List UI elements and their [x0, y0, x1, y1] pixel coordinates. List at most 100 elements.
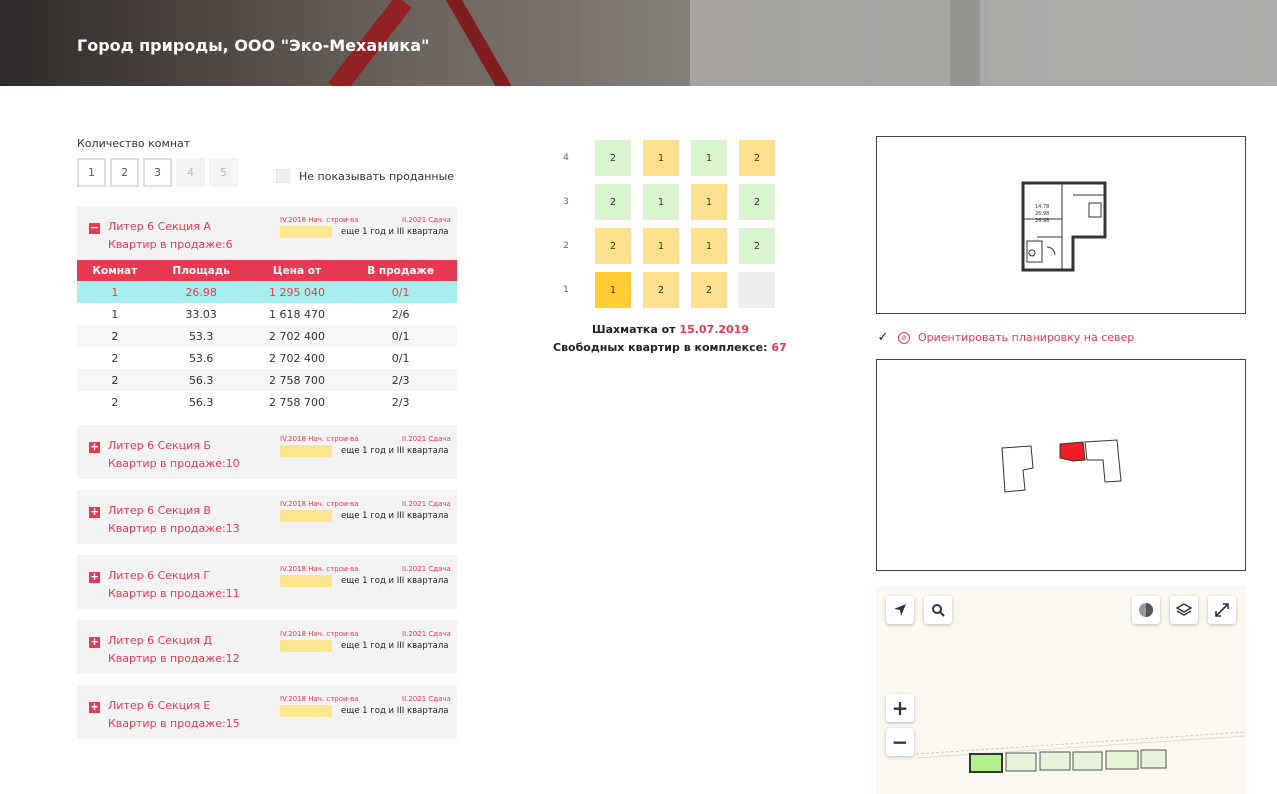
expand-icon[interactable]: +	[89, 571, 100, 583]
chess-cell	[739, 272, 775, 308]
floor-number: 4	[563, 153, 569, 163]
cell-price: 2 702 400	[249, 347, 345, 369]
construction-end: II.2021 Сдача	[402, 565, 451, 573]
cell-rooms: 2	[77, 325, 153, 347]
cell-price: 2 702 400	[249, 325, 345, 347]
construction-start: IV.2018 Нач. строи-ва	[280, 695, 359, 703]
cell-sale: 2/6	[344, 303, 457, 325]
section-header[interactable]: − Литер 6 Секция А Квартир в продаже:6 IV.2…	[77, 206, 457, 260]
section-sale-count: Квартир в продаже:15	[108, 717, 240, 730]
apartment-plan: 14.78 26.98 26.98	[876, 136, 1246, 314]
cell-price: 1 618 470	[249, 303, 345, 325]
cell-rooms: 2	[77, 369, 153, 391]
free-apartments-count: 67	[771, 341, 787, 354]
construction-progress-bar	[280, 445, 332, 457]
section-header[interactable]: + Литер 6 Секция Г Квартир в продаже:11 IV.…	[77, 555, 457, 609]
selected-section[interactable]	[1059, 441, 1086, 462]
floor-number: 3	[563, 197, 569, 207]
construction-end: II.2021 Сдача	[402, 695, 451, 703]
construction-end: II.2021 Сдача	[402, 435, 451, 443]
chessboard-date-value: 15.07.2019	[679, 323, 749, 336]
cell-sale: 2/3	[344, 391, 457, 413]
map-building-selected[interactable]	[969, 753, 1003, 773]
fullscreen-icon[interactable]	[1208, 596, 1236, 624]
table-row[interactable]: 2 56.3 2 758 700 2/3	[77, 369, 457, 391]
zoom-out-button[interactable]: −	[886, 728, 914, 756]
construction-start: IV.2018 Нач. строи-ва	[280, 500, 359, 508]
construction-progress-bar	[280, 510, 332, 522]
chess-cell[interactable]: 2	[739, 140, 775, 176]
cell-area: 53.6	[152, 347, 250, 369]
construction-start: IV.2018 Нач. строи-ва	[280, 630, 359, 638]
collapse-icon[interactable]: −	[89, 222, 100, 234]
traffic-icon[interactable]	[1132, 596, 1160, 624]
chess-cell[interactable]: 1	[691, 140, 727, 176]
map[interactable]: + −	[876, 586, 1246, 794]
cell-area: 26.98	[152, 281, 250, 303]
cell-sale: 0/1	[344, 325, 457, 347]
section-header[interactable]: + Литер 6 Секция Е Квартир в продаже:15 IV.…	[77, 685, 457, 739]
section-title[interactable]: Литер 6 Секция А	[108, 220, 211, 233]
table-row[interactable]: 2 53.3 2 702 400 0/1	[77, 325, 457, 347]
table-row[interactable]: 1 26.98 1 295 040 0/1	[77, 281, 457, 303]
chess-cell[interactable]: 2	[595, 184, 631, 220]
construction-remaining: еще 1 год и III квартала	[341, 641, 449, 651]
section-title[interactable]: Литер 6 Секция В	[108, 504, 211, 517]
cell-rooms: 2	[77, 347, 153, 369]
chess-cell[interactable]: 2	[643, 272, 679, 308]
hide-sold-checkbox[interactable]	[276, 169, 290, 183]
expand-icon[interactable]: +	[89, 701, 100, 713]
chess-cell[interactable]: 1	[643, 228, 679, 264]
section-3: + Литер 6 Секция В Квартир в продаже:13 IV.…	[77, 490, 457, 544]
table-header[interactable]: Площадь	[152, 260, 250, 281]
table-header[interactable]: В продаже	[344, 260, 457, 281]
chess-cell[interactable]: 2	[739, 228, 775, 264]
chess-cell[interactable]: 2	[739, 184, 775, 220]
orient-north-checkbox[interactable]: ✓	[876, 330, 890, 345]
chess-cell[interactable]: 1	[691, 228, 727, 264]
chess-cell[interactable]: 1	[643, 184, 679, 220]
rooms-filter-1[interactable]: 1	[77, 158, 106, 187]
construction-end: II.2021 Сдача	[402, 500, 451, 508]
chess-cell[interactable]: 2	[595, 140, 631, 176]
cell-area: 53.3	[152, 325, 250, 347]
search-icon[interactable]	[924, 596, 952, 624]
table-header[interactable]: Комнат	[77, 260, 153, 281]
chess-cell[interactable]: 1	[643, 140, 679, 176]
cell-area: 33.03	[152, 303, 250, 325]
section-title[interactable]: Литер 6 Секция Г	[108, 569, 210, 582]
floor-number: 1	[563, 285, 569, 295]
expand-icon[interactable]: +	[89, 441, 100, 453]
orient-north-toggle[interactable]: ✓ ⊘ Ориентировать планировку на север	[876, 330, 1135, 345]
expand-icon[interactable]: +	[89, 506, 100, 518]
zoom-in-button[interactable]: +	[886, 694, 914, 722]
section-2: + Литер 6 Секция Б Квартир в продаже:10 IV.…	[77, 425, 457, 479]
chess-cell[interactable]: 2	[691, 272, 727, 308]
rooms-filter-2[interactable]: 2	[110, 158, 139, 187]
section-header[interactable]: + Литер 6 Секция В Квартир в продаже:13 IV.…	[77, 490, 457, 544]
cell-price: 2 758 700	[249, 369, 345, 391]
section-title[interactable]: Литер 6 Секция Б	[108, 439, 211, 452]
chessboard-date-label: Шахматка от	[592, 323, 676, 336]
table-row[interactable]: 1 33.03 1 618 470 2/6	[77, 303, 457, 325]
table-row[interactable]: 2 56.3 2 758 700 2/3	[77, 391, 457, 413]
chess-cell[interactable]: 1	[691, 184, 727, 220]
floor-plan-drawing: 14.78 26.98 26.98	[1021, 181, 1107, 272]
table-row[interactable]: 2 53.6 2 702 400 0/1	[77, 347, 457, 369]
section-header[interactable]: + Литер 6 Секция Б Квартир в продаже:10 IV.…	[77, 425, 457, 479]
layers-icon[interactable]	[1170, 596, 1198, 624]
expand-icon[interactable]: +	[89, 636, 100, 648]
compass-icon: ⊘	[898, 331, 910, 344]
section-title[interactable]: Литер 6 Секция Д	[108, 634, 212, 647]
free-apartments-label: Свободных квартир в комплексе:	[553, 341, 768, 354]
location-arrow-icon[interactable]	[886, 596, 914, 624]
section-title[interactable]: Литер 6 Секция Е	[108, 699, 210, 712]
chess-cell[interactable]: 2	[595, 228, 631, 264]
section-header[interactable]: + Литер 6 Секция Д Квартир в продаже:12 IV.…	[77, 620, 457, 674]
section-4: + Литер 6 Секция Г Квартир в продаже:11 IV.…	[77, 555, 457, 609]
hide-sold-toggle[interactable]: Не показывать проданные	[276, 169, 454, 183]
construction-remaining: еще 1 год и III квартала	[341, 576, 449, 586]
table-header[interactable]: Цена от	[249, 260, 345, 281]
rooms-filter-3[interactable]: 3	[143, 158, 172, 187]
chess-cell[interactable]: 1	[595, 272, 631, 308]
